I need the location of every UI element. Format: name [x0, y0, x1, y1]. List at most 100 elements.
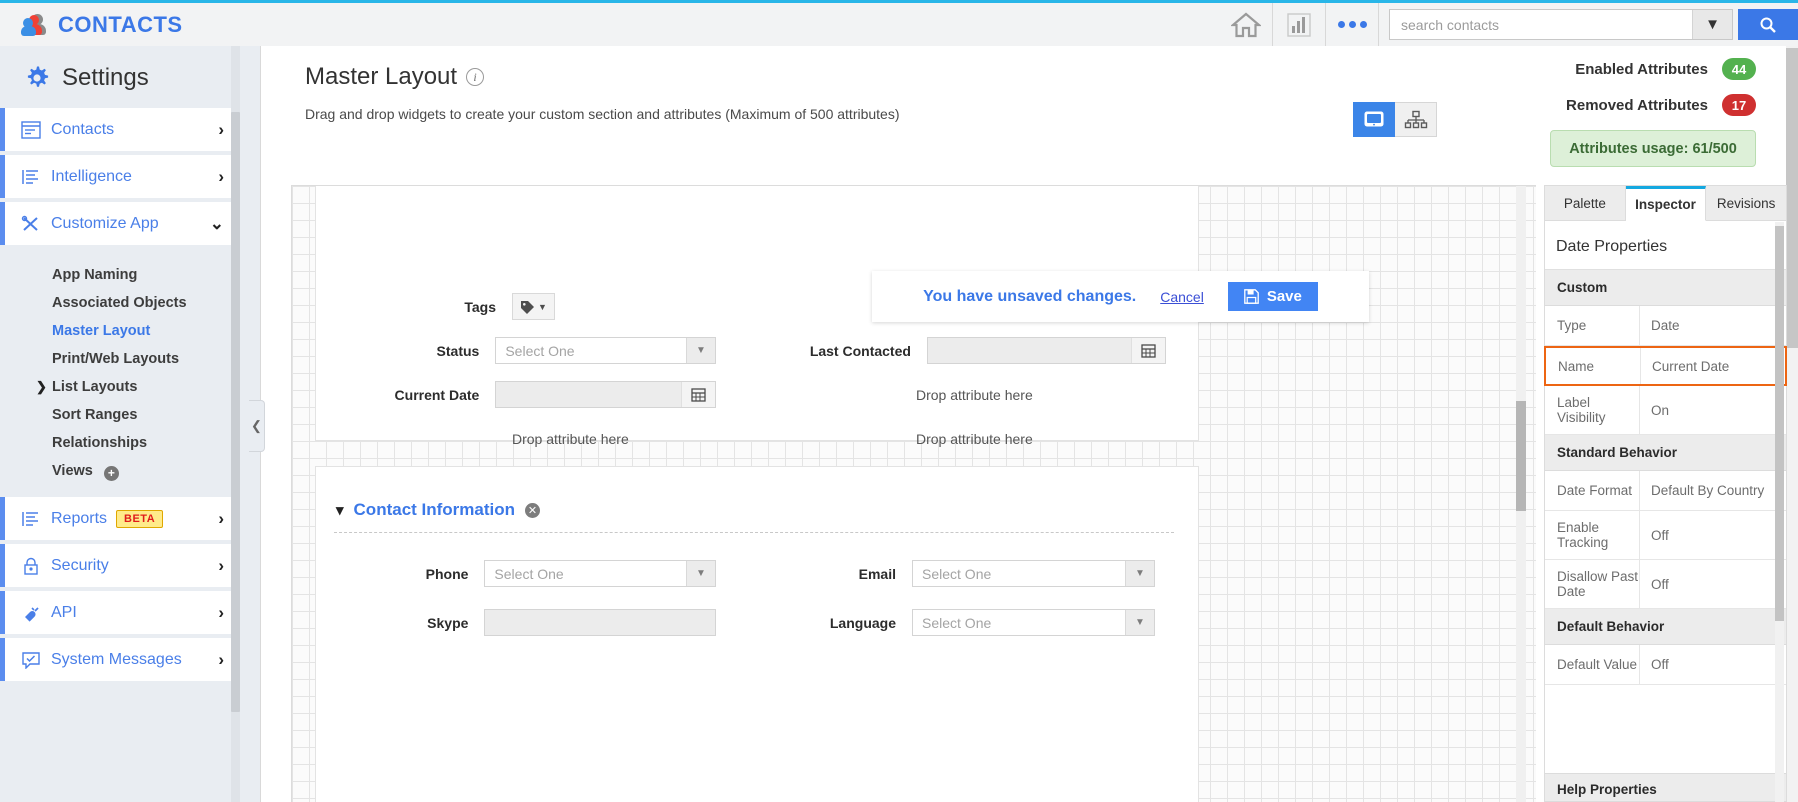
field-row-status: Status Select One ▼ — [316, 337, 716, 364]
more-dots-icon[interactable] — [1326, 3, 1378, 46]
list-lines-icon — [21, 168, 51, 186]
status-select[interactable]: Select One ▼ — [495, 337, 716, 364]
field-row-last-contacted: Last Contacted — [726, 337, 1166, 364]
desktop-view-button[interactable] — [1353, 102, 1395, 137]
sidebar-item-print-web-layouts[interactable]: Print/Web Layouts — [0, 345, 238, 373]
phone-select[interactable]: Select One ▼ — [484, 560, 716, 587]
search-box[interactable]: ▼ — [1389, 9, 1733, 40]
section-header-contact-information[interactable]: ▾ Contact Information ✕ — [336, 500, 541, 520]
property-row-enable-tracking[interactable]: Enable Tracking Off — [1545, 511, 1786, 560]
floppy-disk-icon — [1243, 289, 1259, 304]
field-label-last-contacted: Last Contacted — [809, 342, 911, 359]
property-row-disallow-past-date[interactable]: Disallow Past Date Off — [1545, 560, 1786, 609]
status-select-value: Select One — [505, 342, 575, 359]
sidebar-item-relationships[interactable]: Relationships — [0, 429, 238, 457]
calendar-icon[interactable] — [681, 382, 715, 407]
drop-zone-right-upper[interactable]: Drop attribute here — [916, 387, 1033, 403]
tab-palette[interactable]: Palette — [1545, 186, 1626, 220]
inspector-scrollbar-thumb[interactable] — [1775, 226, 1784, 621]
unsaved-changes-message: You have unsaved changes. — [923, 287, 1137, 305]
field-label-phone: Phone — [425, 565, 469, 582]
property-value: Off — [1651, 527, 1669, 543]
cancel-button[interactable]: Cancel — [1160, 289, 1204, 305]
sidebar-item-api[interactable]: API › — [0, 591, 238, 634]
inspector-panel: Palette Inspector Revisions Date Propert… — [1544, 185, 1787, 802]
sidebar-item-intelligence[interactable]: Intelligence › — [0, 155, 238, 198]
sidebar-item-master-layout[interactable]: Master Layout — [0, 317, 238, 345]
language-select[interactable]: Select One ▼ — [912, 609, 1155, 636]
sidebar-item-system-messages[interactable]: System Messages › — [0, 638, 238, 681]
tab-revisions[interactable]: Revisions — [1706, 186, 1787, 220]
field-label-language: Language — [829, 614, 896, 631]
property-key: Date Format — [1545, 471, 1640, 510]
sidebar-subitem-label: Master Layout — [52, 323, 151, 339]
sidebar-item-reports[interactable]: Reports BETA › — [0, 497, 238, 540]
chevron-right-icon: › — [218, 166, 224, 186]
calendar-icon[interactable] — [1131, 338, 1165, 363]
field-row-email: Email Select One ▼ — [716, 560, 1166, 587]
section-card-contact-information[interactable]: ▾ Contact Information ✕ Phone Select One… — [315, 466, 1199, 802]
bar-chart-icon[interactable] — [1273, 3, 1325, 46]
main-scrollbar-thumb[interactable] — [1786, 48, 1798, 348]
search-button[interactable] — [1738, 9, 1798, 40]
sidebar-item-label: Security — [51, 556, 109, 574]
contact-card-icon — [21, 120, 51, 139]
sidebar-item-list-layouts[interactable]: ❯ List Layouts — [0, 373, 238, 401]
sidebar-item-customize-app[interactable]: Customize App ⌄ — [0, 202, 238, 245]
brand-logo[interactable]: CONTACTS — [21, 12, 183, 38]
sidebar-item-security[interactable]: Security › — [0, 544, 238, 587]
settings-title: Settings — [62, 64, 149, 91]
home-icon[interactable] — [1220, 3, 1272, 46]
plus-circle-icon[interactable]: + — [103, 466, 119, 481]
sidebar-collapse-toggle[interactable]: ❮ — [249, 400, 265, 452]
info-icon[interactable]: i — [466, 68, 485, 86]
sidebar-subitem-label: List Layouts — [52, 379, 138, 395]
tab-label: Inspector — [1635, 197, 1696, 212]
sidebar-item-label: Customize App — [51, 214, 159, 232]
property-row-name[interactable]: Name Current Date — [1544, 346, 1787, 386]
sidebar-item-label: System Messages — [51, 650, 182, 668]
skype-input[interactable] — [484, 609, 716, 636]
property-key: Disallow Past Date — [1545, 560, 1640, 608]
chevron-down-icon[interactable]: ▼ — [1125, 610, 1154, 635]
sidebar-item-associated-objects[interactable]: Associated Objects — [0, 289, 238, 317]
drop-zone-right-lower[interactable]: Drop attribute here — [916, 431, 1033, 447]
close-circle-icon[interactable]: ✕ — [525, 502, 541, 518]
chevron-right-icon: › — [218, 508, 224, 528]
property-row-type[interactable]: Type Date — [1545, 306, 1786, 346]
section-title: Contact Information — [353, 500, 516, 519]
chevron-down-icon[interactable]: ▼ — [686, 338, 715, 363]
property-row-default-value[interactable]: Default Value Off — [1545, 645, 1786, 685]
language-select-value: Select One — [922, 614, 992, 631]
drop-zone-left[interactable]: Drop attribute here — [512, 431, 629, 447]
chevron-down-icon[interactable]: ▾ — [336, 501, 344, 519]
current-date-input[interactable] — [495, 381, 716, 408]
chevron-down-icon: ⌄ — [209, 213, 224, 233]
sidebar-nav-top: Contacts › Intelligence › Customize App … — [0, 108, 238, 681]
gear-icon — [27, 66, 49, 87]
property-row-label-visibility[interactable]: Label Visibility On — [1545, 386, 1786, 435]
save-button[interactable]: Save — [1227, 282, 1318, 311]
sidebar-item-views[interactable]: Views + — [0, 457, 238, 487]
view-mode-toggle — [1353, 102, 1437, 137]
canvas-scrollbar-thumb[interactable] — [1516, 401, 1526, 511]
sidebar-item-app-naming[interactable]: App Naming — [0, 261, 238, 289]
tags-dropdown[interactable]: ▼ — [512, 293, 555, 320]
tree-view-button[interactable] — [1395, 102, 1437, 137]
removed-attributes-badge: 17 — [1722, 94, 1756, 116]
chevron-down-icon[interactable]: ▼ — [1125, 561, 1154, 586]
chevron-down-icon[interactable]: ▼ — [1692, 10, 1732, 39]
email-select[interactable]: Select One ▼ — [912, 560, 1155, 587]
sidebar-item-contacts[interactable]: Contacts › — [0, 108, 238, 151]
page-title: Master Layout i — [305, 63, 485, 91]
last-contacted-input[interactable] — [926, 337, 1166, 364]
property-key: Default Value — [1545, 645, 1640, 684]
sidebar-item-sort-ranges[interactable]: Sort Ranges — [0, 401, 238, 429]
tab-inspector[interactable]: Inspector — [1625, 186, 1707, 221]
removed-attributes-row: Removed Attributes 17 — [1436, 94, 1756, 116]
search-input[interactable] — [1390, 10, 1692, 39]
chevron-down-icon[interactable]: ▼ — [686, 561, 715, 586]
property-row-date-format[interactable]: Date Format Default By Country — [1545, 471, 1786, 511]
inspector-tabs: Palette Inspector Revisions — [1545, 186, 1787, 221]
main-content: Master Layout i Drag and drop widgets to… — [260, 46, 1798, 802]
